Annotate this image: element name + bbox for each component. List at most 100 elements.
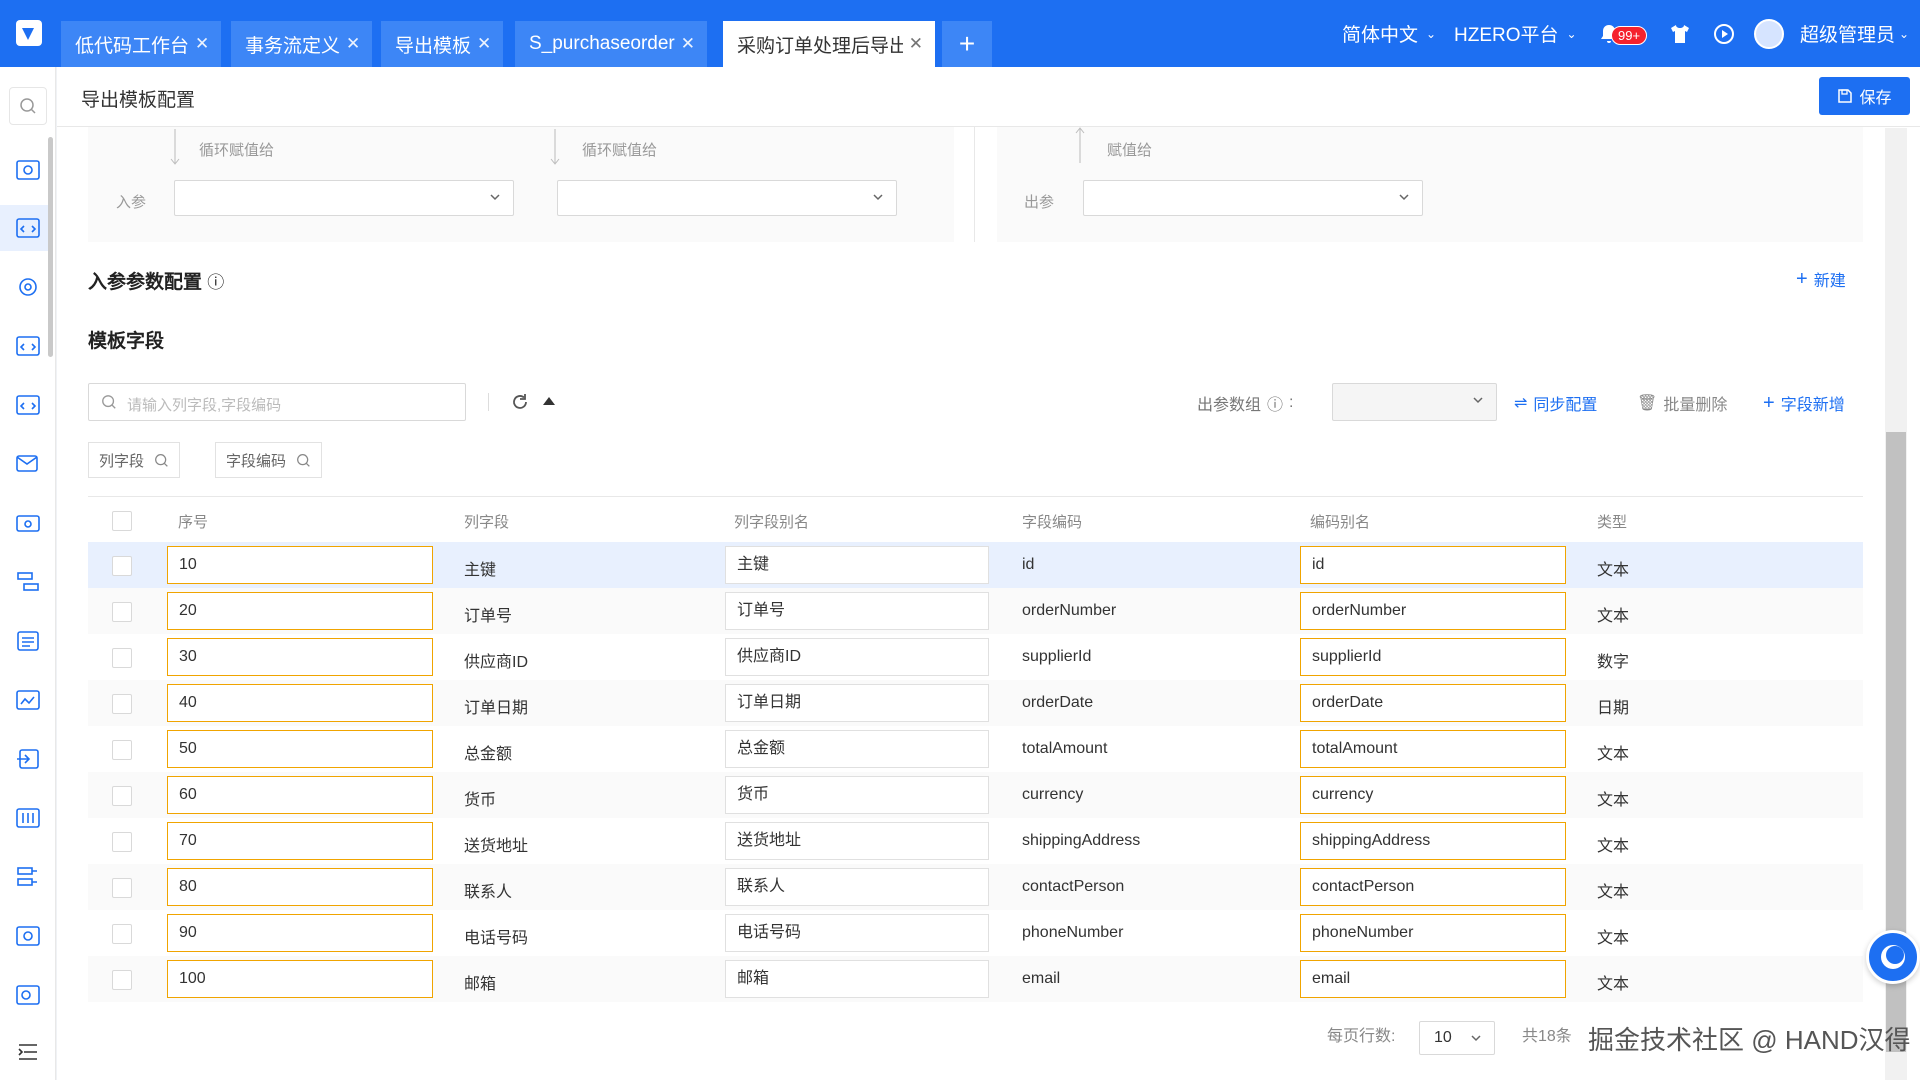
row-checkbox[interactable]: [112, 556, 132, 576]
sidebar-item-dashboard-icon[interactable]: [16, 160, 40, 180]
row-checkbox[interactable]: [112, 786, 132, 806]
tab-lowcode-workbench[interactable]: 低代码工作台 ✕: [61, 21, 222, 67]
code-alias-input[interactable]: totalAmount: [1300, 730, 1566, 768]
close-icon[interactable]: ✕: [909, 34, 923, 54]
seq-input[interactable]: 20: [167, 592, 433, 630]
row-checkbox[interactable]: [112, 924, 132, 944]
collapse-up-icon[interactable]: [542, 395, 556, 407]
seq-input[interactable]: 100: [167, 960, 433, 998]
row-checkbox[interactable]: [112, 602, 132, 622]
column-alias-input[interactable]: 订单号: [725, 592, 989, 630]
sidebar-item-code2-icon[interactable]: [16, 336, 40, 356]
code-alias-input[interactable]: supplierId: [1300, 638, 1566, 676]
table-row[interactable]: 50 总金额 总金额 totalAmount totalAmount 文本: [88, 726, 1863, 772]
close-icon[interactable]: ✕: [195, 34, 209, 54]
code-alias-input[interactable]: orderDate: [1300, 684, 1566, 722]
sidebar-item-mail-settings-icon[interactable]: [16, 454, 40, 474]
row-checkbox[interactable]: [112, 832, 132, 852]
tab-purchase-export-active[interactable]: 采购订单处理后导出 ✕: [723, 21, 935, 67]
seq-input[interactable]: 90: [167, 914, 433, 952]
collapse-menu-icon[interactable]: [16, 1042, 40, 1062]
table-row[interactable]: 40 订单日期 订单日期 orderDate orderDate 日期: [88, 680, 1863, 726]
column-alias-input[interactable]: 邮箱: [725, 960, 989, 998]
column-alias-input[interactable]: 订单日期: [725, 684, 989, 722]
code-alias-input[interactable]: currency: [1300, 776, 1566, 814]
row-checkbox[interactable]: [112, 878, 132, 898]
close-icon[interactable]: ✕: [477, 34, 491, 54]
tab-transaction-flow[interactable]: 事务流定义 ✕: [231, 21, 373, 67]
select-all-checkbox[interactable]: [112, 511, 132, 531]
seq-input[interactable]: 40: [167, 684, 433, 722]
language-selector[interactable]: 简体中文 ⌄: [1342, 0, 1436, 67]
play-circle-icon[interactable]: [1712, 22, 1736, 46]
help-icon[interactable]: ⓘ: [1267, 391, 1283, 415]
close-icon[interactable]: ✕: [346, 34, 360, 54]
sidebar-item-flow-icon[interactable]: [16, 572, 40, 592]
help-icon[interactable]: ⓘ: [207, 273, 224, 292]
add-tab-button[interactable]: +: [942, 21, 992, 67]
refresh-icon[interactable]: [510, 392, 530, 412]
code-alias-input[interactable]: orderNumber: [1300, 592, 1566, 630]
rows-per-page-select[interactable]: 10: [1419, 1021, 1495, 1055]
sidebar-item-code3-icon[interactable]: [16, 395, 40, 415]
field-search-input[interactable]: 请输入列字段,字段编码: [88, 383, 466, 421]
code-alias-input[interactable]: email: [1300, 960, 1566, 998]
column-alias-input[interactable]: 主键: [725, 546, 989, 584]
code-alias-input[interactable]: id: [1300, 546, 1566, 584]
code-alias-input[interactable]: contactPerson: [1300, 868, 1566, 906]
column-alias-input[interactable]: 送货地址: [725, 822, 989, 860]
seq-input[interactable]: 50: [167, 730, 433, 768]
sidebar-item-list-icon[interactable]: [16, 631, 40, 651]
user-menu[interactable]: 超级管理员 ⌄: [1800, 0, 1909, 67]
tab-export-template[interactable]: 导出模板 ✕: [381, 21, 504, 67]
column-alias-input[interactable]: 电话号码: [725, 914, 989, 952]
sidebar-item-network-icon[interactable]: [16, 277, 40, 297]
seq-input[interactable]: 60: [167, 776, 433, 814]
input-param-select-1[interactable]: [174, 180, 514, 216]
output-param-select[interactable]: [1083, 180, 1423, 216]
sidebar-item-code-icon[interactable]: [16, 218, 40, 238]
output-group-select[interactable]: [1332, 383, 1497, 421]
column-alias-input[interactable]: 联系人: [725, 868, 989, 906]
save-button[interactable]: 保存: [1819, 77, 1910, 115]
filter-chip-column-field[interactable]: 列字段: [88, 442, 181, 478]
input-param-select-2[interactable]: [557, 180, 897, 216]
table-row[interactable]: 90 电话号码 电话号码 phoneNumber phoneNumber 文本: [88, 910, 1863, 956]
sidebar-item-sitemap-icon[interactable]: [16, 867, 40, 887]
table-row[interactable]: 70 送货地址 送货地址 shippingAddress shippingAddress…: [88, 818, 1863, 864]
sidebar-item-monitor-icon[interactable]: [16, 926, 40, 946]
sidebar-item-image-icon[interactable]: [16, 985, 40, 1005]
close-icon[interactable]: ✕: [681, 34, 695, 54]
tab-purchaseorder[interactable]: S_purchaseorder ✕: [515, 21, 708, 67]
sidebar-item-chart-settings-icon[interactable]: [16, 690, 40, 710]
sync-config-button[interactable]: ⇌ 同步配置: [1514, 391, 1597, 415]
sidebar-item-import-icon[interactable]: [16, 749, 40, 769]
code-alias-input[interactable]: phoneNumber: [1300, 914, 1566, 952]
sidebar-item-table-icon[interactable]: [16, 808, 40, 828]
avatar[interactable]: [1754, 19, 1784, 49]
platform-selector[interactable]: HZERO平台 ⌄: [1454, 0, 1577, 67]
table-row[interactable]: 10 主键 主键 id id 文本: [88, 542, 1863, 588]
table-row[interactable]: 20 订单号 订单号 orderNumber orderNumber 文本: [88, 588, 1863, 634]
row-checkbox[interactable]: [112, 740, 132, 760]
app-logo-icon[interactable]: [14, 18, 44, 48]
shirt-icon[interactable]: [1668, 22, 1692, 46]
filter-chip-field-code[interactable]: 字段编码: [215, 442, 323, 478]
sidebar-item-folder-settings-icon[interactable]: [16, 513, 40, 533]
new-param-button[interactable]: + 新建: [1796, 267, 1846, 291]
column-alias-input[interactable]: 总金额: [725, 730, 989, 768]
code-alias-input[interactable]: shippingAddress: [1300, 822, 1566, 860]
row-checkbox[interactable]: [112, 694, 132, 714]
column-alias-input[interactable]: 供应商ID: [725, 638, 989, 676]
table-row[interactable]: 30 供应商ID 供应商ID supplierId supplierId 数字: [88, 634, 1863, 680]
table-row[interactable]: 100 邮箱 邮箱 email email 文本: [88, 956, 1863, 1002]
floating-assistant-button[interactable]: [1866, 930, 1920, 984]
seq-input[interactable]: 70: [167, 822, 433, 860]
seq-input[interactable]: 80: [167, 868, 433, 906]
add-field-button[interactable]: + 字段新增: [1763, 391, 1845, 415]
table-row[interactable]: 60 货币 货币 currency currency 文本: [88, 772, 1863, 818]
table-row[interactable]: 80 联系人 联系人 contactPerson contactPerson 文本: [88, 864, 1863, 910]
column-alias-input[interactable]: 货币: [725, 776, 989, 814]
seq-input[interactable]: 10: [167, 546, 433, 584]
row-checkbox[interactable]: [112, 648, 132, 668]
